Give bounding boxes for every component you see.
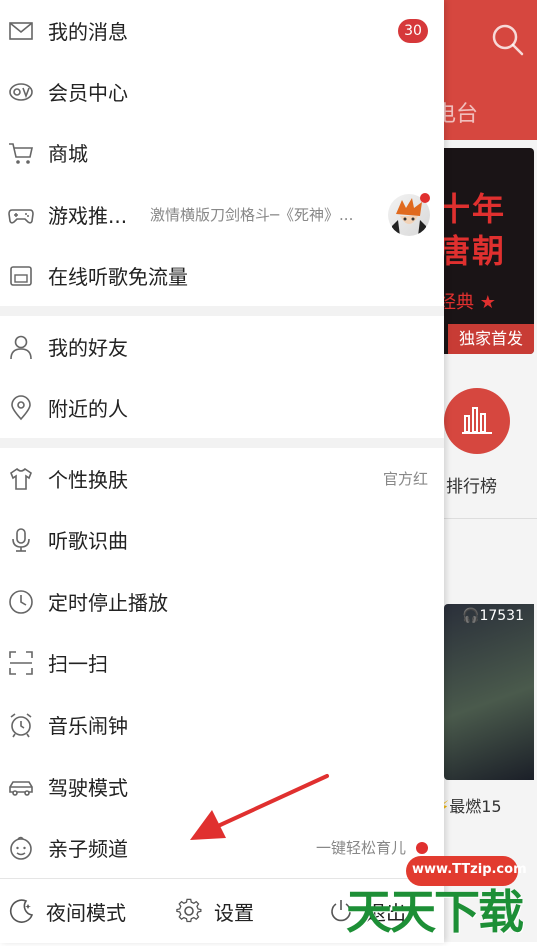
banner-subtitle: 经典 ★ [444,292,496,313]
menu-item-nearby[interactable]: 附近的人 [0,377,444,438]
divider [444,518,537,519]
vip-icon [8,79,34,105]
side-drawer: 我的消息 30 会员中心 商城 游戏推... 激情横版刀剑格斗─《死神》... … [0,0,444,943]
watermark: www.TTzip.com 天天下载 [346,856,537,946]
banner-title: 十年 唐朝 [444,190,507,270]
menu-item-messages[interactable]: 我的消息 30 [0,0,444,61]
ranking-button[interactable] [444,388,510,454]
banner-tag: 独家首发 [448,324,534,354]
menu-item-label: 听歌识曲 [48,529,128,553]
menu-item-games[interactable]: 游戏推... 激情横版刀剑格斗─《死神》... [0,184,444,245]
menu-item-label: 商城 [48,142,88,166]
location-pin-icon [8,394,34,421]
gear-icon [176,898,202,923]
night-mode-label: 夜间模式 [46,900,126,925]
menu-item-skin[interactable]: 个性换肤 官方红 [0,448,444,509]
menu-item-label: 亲子频道 [48,837,128,861]
ranking-label: 排行榜 [446,477,497,497]
menu-item-label: 定时停止播放 [48,591,168,615]
play-count: 🎧17531 [462,608,524,624]
mail-icon [8,18,34,44]
tshirt-icon [8,466,34,492]
cart-icon [8,140,34,166]
night-mode-button[interactable]: 夜间模式 [8,879,126,943]
gamepad-icon [8,202,34,228]
background-app: 电台 十年 唐朝 经典 ★ 独家首发 排行榜 🎧17531 ⚡最燃15 [444,0,537,942]
menu-item-label: 音乐闹钟 [48,714,128,738]
section-gap [0,306,444,316]
alarm-clock-icon [8,712,34,738]
menu-item-vip[interactable]: 会员中心 [0,61,444,122]
person-icon [8,334,34,360]
microphone-icon [8,527,34,553]
new-dot [420,193,430,203]
playlist-card[interactable] [444,604,534,780]
menu-item-alarm[interactable]: 音乐闹钟 [0,694,444,755]
menu-item-label: 在线听歌免流量 [48,265,188,289]
menu-item-free-data[interactable]: 在线听歌免流量 [0,245,444,306]
search-icon[interactable] [490,22,526,58]
menu-item-label: 游戏推... [48,204,128,228]
menu-item-label: 会员中心 [48,81,128,105]
scan-icon [8,650,34,676]
menu-item-label: 扫一扫 [48,652,108,676]
menu-item-label: 个性换肤 [48,468,128,492]
current-skin: 官方红 [382,470,428,488]
new-dot [416,842,428,854]
sim-card-icon [8,263,34,289]
kids-channel-hint: 一键轻松育儿 [315,839,406,857]
section-gap [0,438,444,448]
menu-item-store[interactable]: 商城 [0,122,444,183]
clock-icon [8,589,34,615]
background-tab[interactable]: 电台 [444,96,478,128]
settings-button[interactable]: 设置 [176,879,254,943]
game-promo-text: 激情横版刀剑格斗─《死神》... [150,206,354,224]
watermark-text: 天天下载 [346,885,524,939]
moon-icon [9,899,34,923]
menu-item-driving-mode[interactable]: 驾驶模式 [0,756,444,817]
settings-label: 设置 [214,900,254,925]
menu-item-sleep-timer[interactable]: 定时停止播放 [0,571,444,632]
unread-badge: 30 [398,18,428,43]
playlist-title: ⚡最燃15 [444,793,502,817]
car-icon [8,774,34,800]
menu-item-song-recognition[interactable]: 听歌识曲 [0,509,444,570]
menu-item-label: 我的消息 [48,20,128,44]
bar-chart-icon [462,407,492,434]
baby-face-icon [8,835,34,861]
background-banner[interactable]: 十年 唐朝 经典 ★ 独家首发 [444,148,534,354]
menu-item-label: 驾驶模式 [48,776,128,800]
menu-item-scan[interactable]: 扫一扫 [0,632,444,693]
headphones-icon: 🎧 [462,608,480,624]
watermark-url: www.TTzip.com [412,862,527,877]
menu-item-label: 我的好友 [48,336,128,360]
menu-item-friends[interactable]: 我的好友 [0,316,444,377]
menu-item-label: 附近的人 [48,397,128,421]
